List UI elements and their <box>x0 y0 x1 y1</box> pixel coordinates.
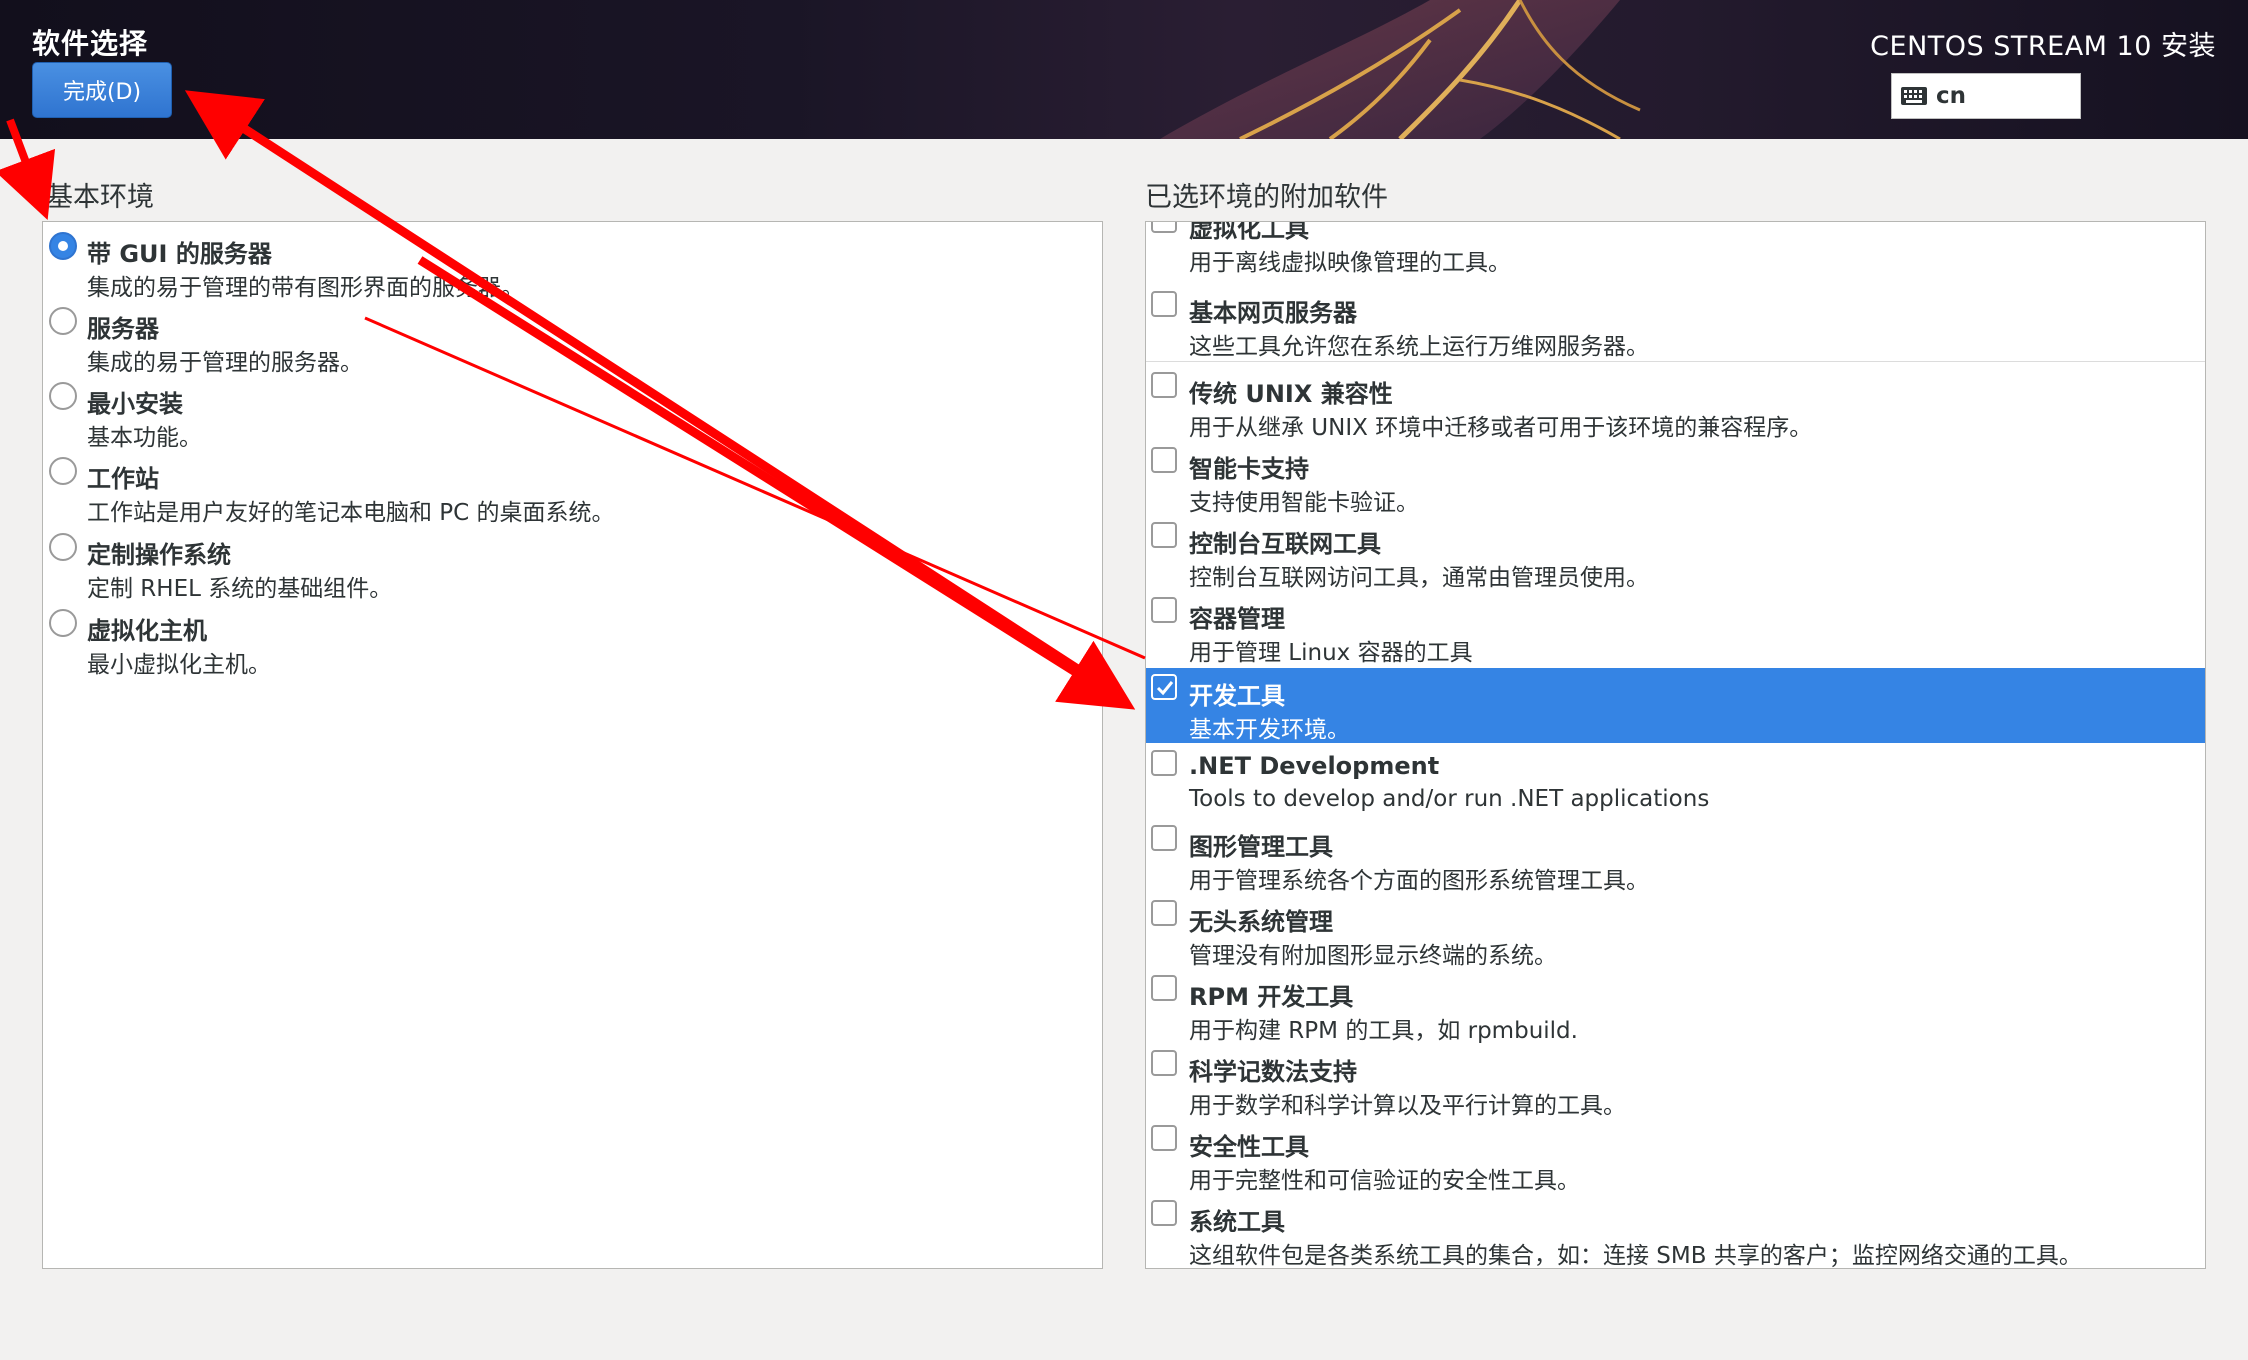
addon-desc: 用于管理 Linux 容器的工具 <box>1189 640 1473 666</box>
checkbox[interactable] <box>1151 1200 1177 1226</box>
env-name: 服务器 <box>87 315 159 343</box>
checkbox[interactable] <box>1151 447 1177 473</box>
env-desc: 工作站是用户友好的笔记本电脑和 PC 的桌面系统。 <box>87 500 615 526</box>
addon-desc: 用于完整性和可信验证的安全性工具。 <box>1189 1168 1580 1194</box>
header-bar: 软件选择 完成(D) CENTOS STREAM 10 安装 cn <box>0 0 2248 139</box>
addon-item[interactable]: 图形管理工具 用于管理系统各个方面的图形系统管理工具。 <box>1146 819 2205 894</box>
base-env-label: 基本环境 <box>46 182 154 213</box>
env-item-virt-host[interactable]: 虚拟化主机 最小虚拟化主机。 <box>43 603 1102 679</box>
addon-desc: 用于从继承 UNIX 环境中迁移或者可用于该环境的兼容程序。 <box>1189 415 1813 441</box>
addon-item[interactable]: 智能卡支持 支持使用智能卡验证。 <box>1146 441 2205 516</box>
radio[interactable] <box>49 382 77 410</box>
keyboard-layout-indicator[interactable]: cn <box>1891 73 2081 119</box>
checkbox[interactable] <box>1151 291 1177 317</box>
keyboard-icon <box>1901 87 1927 105</box>
addon-item[interactable]: 无头系统管理 管理没有附加图形显示终端的系统。 <box>1146 894 2205 969</box>
env-desc: 定制 RHEL 系统的基础组件。 <box>87 576 393 602</box>
radio[interactable] <box>49 457 77 485</box>
addon-list: 虚拟化工具 用于离线虚拟映像管理的工具。 基本网页服务器 这些工具允许您在系统上… <box>1145 221 2206 1269</box>
checkmark-icon <box>1156 681 1174 696</box>
env-name: 定制操作系统 <box>87 541 231 569</box>
addon-name: RPM 开发工具 <box>1189 983 1354 1011</box>
env-desc: 集成的易于管理的服务器。 <box>87 350 363 376</box>
addon-item[interactable]: 控制台互联网工具 控制台互联网访问工具，通常由管理员使用。 <box>1146 516 2205 591</box>
checkbox[interactable] <box>1151 372 1177 398</box>
addon-separator <box>1146 361 2205 362</box>
checkbox[interactable] <box>1151 750 1177 776</box>
addon-name: 容器管理 <box>1189 605 1285 633</box>
product-title: CENTOS STREAM 10 安装 <box>1870 31 2216 62</box>
addon-item[interactable]: 虚拟化工具 用于离线虚拟映像管理的工具。 <box>1146 221 2205 276</box>
checkbox[interactable] <box>1151 1125 1177 1151</box>
addon-desc: 管理没有附加图形显示终端的系统。 <box>1189 943 1557 969</box>
checkbox[interactable] <box>1151 222 1177 233</box>
checkbox[interactable] <box>1151 597 1177 623</box>
checkbox[interactable] <box>1151 1050 1177 1076</box>
addon-item[interactable]: 科学记数法支持 用于数学和科学计算以及平行计算的工具。 <box>1146 1044 2205 1119</box>
addon-item[interactable]: 传统 UNIX 兼容性 用于从继承 UNIX 环境中迁移或者可用于该环境的兼容程… <box>1146 366 2205 441</box>
addon-name: 基本网页服务器 <box>1189 299 1357 327</box>
addon-name: 科学记数法支持 <box>1189 1058 1357 1086</box>
addon-desc: 这组软件包是各类系统工具的集合，如：连接 SMB 共享的客户；监控网络交通的工具… <box>1189 1243 2082 1269</box>
env-name: 最小安装 <box>87 390 183 418</box>
addons-label: 已选环境的附加软件 <box>1145 182 1388 213</box>
radio-checked[interactable] <box>49 232 77 260</box>
addon-item[interactable]: 系统工具 这组软件包是各类系统工具的集合，如：连接 SMB 共享的客户；监控网络… <box>1146 1194 2205 1269</box>
addon-name: 图形管理工具 <box>1189 833 1333 861</box>
env-item-server[interactable]: 服务器 集成的易于管理的服务器。 <box>43 301 1102 377</box>
addon-name: 控制台互联网工具 <box>1189 530 1381 558</box>
keyboard-layout-label: cn <box>1936 83 1967 109</box>
addon-desc: 用于构建 RPM 的工具，如 rpmbuild. <box>1189 1018 1578 1044</box>
addon-item[interactable]: RPM 开发工具 用于构建 RPM 的工具，如 rpmbuild. <box>1146 969 2205 1044</box>
header-artwork <box>1160 0 1641 139</box>
env-item-custom-os[interactable]: 定制操作系统 定制 RHEL 系统的基础组件。 <box>43 527 1102 603</box>
addon-desc: 支持使用智能卡验证。 <box>1189 490 1419 516</box>
env-desc: 集成的易于管理的带有图形界面的服务器。 <box>87 275 524 301</box>
addon-item[interactable]: .NET Development Tools to develop and/or… <box>1146 744 2205 819</box>
spoke-title: 软件选择 <box>32 27 149 60</box>
addon-name: 开发工具 <box>1189 682 1285 710</box>
addon-name: 智能卡支持 <box>1189 455 1309 483</box>
addon-name: .NET Development <box>1189 752 1440 780</box>
addon-name: 虚拟化工具 <box>1189 221 1309 243</box>
addon-name: 传统 UNIX 兼容性 <box>1189 380 1393 408</box>
addon-desc: 用于管理系统各个方面的图形系统管理工具。 <box>1189 868 1649 894</box>
base-env-list: 带 GUI 的服务器 集成的易于管理的带有图形界面的服务器。 服务器 集成的易于… <box>42 221 1103 1269</box>
addon-item[interactable]: 安全性工具 用于完整性和可信验证的安全性工具。 <box>1146 1119 2205 1194</box>
env-desc: 基本功能。 <box>87 425 202 451</box>
env-name: 带 GUI 的服务器 <box>87 240 272 268</box>
env-desc: 最小虚拟化主机。 <box>87 652 271 678</box>
addon-item[interactable]: 容器管理 用于管理 Linux 容器的工具 <box>1146 591 2205 666</box>
radio[interactable] <box>49 609 77 637</box>
addon-name: 无头系统管理 <box>1189 908 1333 936</box>
checkbox[interactable] <box>1151 522 1177 548</box>
addon-item[interactable]: 基本网页服务器 这些工具允许您在系统上运行万维网服务器。 <box>1146 285 2205 360</box>
done-button[interactable]: 完成(D) <box>32 62 172 118</box>
env-item-server-gui[interactable]: 带 GUI 的服务器 集成的易于管理的带有图形界面的服务器。 <box>43 226 1102 302</box>
env-name: 工作站 <box>87 465 159 493</box>
addon-desc: 控制台互联网访问工具，通常由管理员使用。 <box>1189 565 1649 591</box>
env-item-minimal[interactable]: 最小安装 基本功能。 <box>43 376 1102 452</box>
addon-desc: 这些工具允许您在系统上运行万维网服务器。 <box>1189 334 1649 360</box>
checkbox[interactable] <box>1151 900 1177 926</box>
addon-item-selected[interactable]: 开发工具 基本开发环境。 <box>1146 668 2205 743</box>
radio[interactable] <box>49 307 77 335</box>
addon-desc: 基本开发环境。 <box>1189 717 1350 743</box>
addon-name: 安全性工具 <box>1189 1133 1309 1161</box>
addon-desc: 用于数学和科学计算以及平行计算的工具。 <box>1189 1093 1626 1119</box>
checkbox[interactable] <box>1151 825 1177 851</box>
env-item-workstation[interactable]: 工作站 工作站是用户友好的笔记本电脑和 PC 的桌面系统。 <box>43 451 1102 527</box>
addon-desc: Tools to develop and/or run .NET applica… <box>1189 786 1710 812</box>
env-name: 虚拟化主机 <box>87 617 207 645</box>
addon-name: 系统工具 <box>1189 1208 1285 1236</box>
radio[interactable] <box>49 533 77 561</box>
addon-desc: 用于离线虚拟映像管理的工具。 <box>1189 250 1511 276</box>
checkbox-checked[interactable] <box>1151 674 1177 700</box>
checkbox[interactable] <box>1151 975 1177 1001</box>
